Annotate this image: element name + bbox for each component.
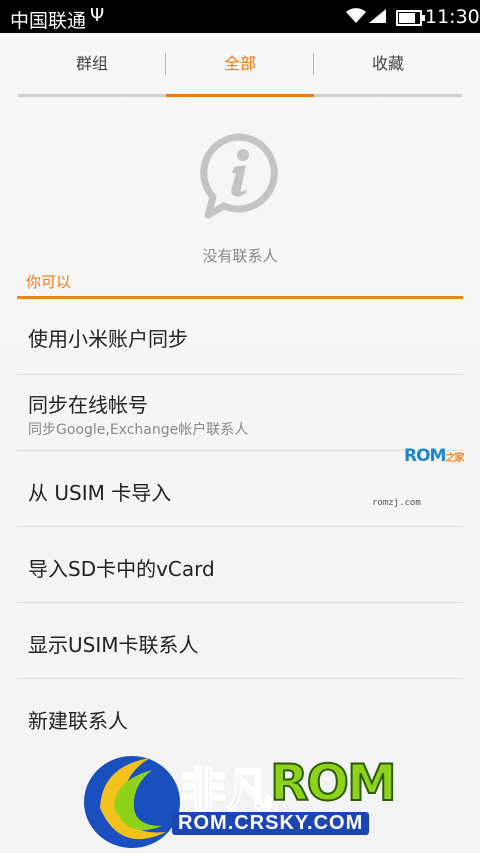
tab-favorites[interactable]: 收藏 <box>314 33 462 95</box>
tab-indicator-track <box>18 94 462 97</box>
tab-groups[interactable]: 群组 <box>18 33 166 95</box>
item-title: 使用小米账户同步 <box>28 327 188 351</box>
wifi-icon <box>346 8 366 23</box>
list-item-sync-online-accounts[interactable]: 同步在线帐号 同步Google,Exchange帐户联系人 <box>0 375 480 451</box>
list-item-sync-mi-account[interactable]: 使用小米账户同步 <box>0 299 480 375</box>
list-item-import-vcard[interactable]: 导入SD卡中的vCard <box>0 527 480 603</box>
tab-bar: 群组 全部 收藏 <box>18 33 462 95</box>
brand-cn-text: 非凡 <box>179 762 273 818</box>
watermark-suffix: 之家 <box>445 453 464 464</box>
item-title: 从 USIM 卡导入 <box>28 481 172 505</box>
signal-icon <box>369 9 386 23</box>
crsky-watermark-logo: 非凡 ROM ROM.CRSKY.COM <box>80 746 400 853</box>
battery-icon <box>396 10 425 26</box>
romzj-url-watermark: romzj.com <box>372 498 421 508</box>
romzj-watermark: ROM之家 <box>404 446 464 466</box>
crsky-logo-icon <box>84 756 180 848</box>
tab-indicator <box>166 94 314 97</box>
watermark-rom: ROM <box>404 446 446 466</box>
list-item-show-usim-contacts[interactable]: 显示USIM卡联系人 <box>0 603 480 679</box>
item-title: 显示USIM卡联系人 <box>28 633 199 657</box>
brand-url-text: ROM.CRSKY.COM <box>172 812 370 835</box>
item-title: 新建联系人 <box>28 709 128 733</box>
action-list: 使用小米账户同步 同步在线帐号 同步Google,Exchange帐户联系人 从… <box>0 299 480 755</box>
status-bar: 中国联通 Ψ 11:30 <box>0 0 480 33</box>
item-title: 导入SD卡中的vCard <box>28 557 215 581</box>
section-header: 你可以 <box>26 273 72 291</box>
contacts-screen: 群组 全部 收藏 没有联系人 你可以 使用小米账户同步 同步在线帐号 同步Goo… <box>0 33 480 853</box>
list-item-new-contact[interactable]: 新建联系人 <box>0 679 480 755</box>
brand-rom-text: ROM <box>269 753 398 813</box>
usb-icon: Ψ <box>90 5 105 26</box>
carrier-name: 中国联通 <box>10 10 87 32</box>
clock: 11:30 <box>425 6 480 28</box>
info-bubble-icon <box>200 133 278 219</box>
item-title: 同步在线帐号 <box>28 393 148 417</box>
item-subtitle: 同步Google,Exchange帐户联系人 <box>28 422 249 438</box>
tab-all[interactable]: 全部 <box>166 33 314 95</box>
battery-fill <box>399 13 416 23</box>
empty-state-message: 没有联系人 <box>202 247 278 265</box>
